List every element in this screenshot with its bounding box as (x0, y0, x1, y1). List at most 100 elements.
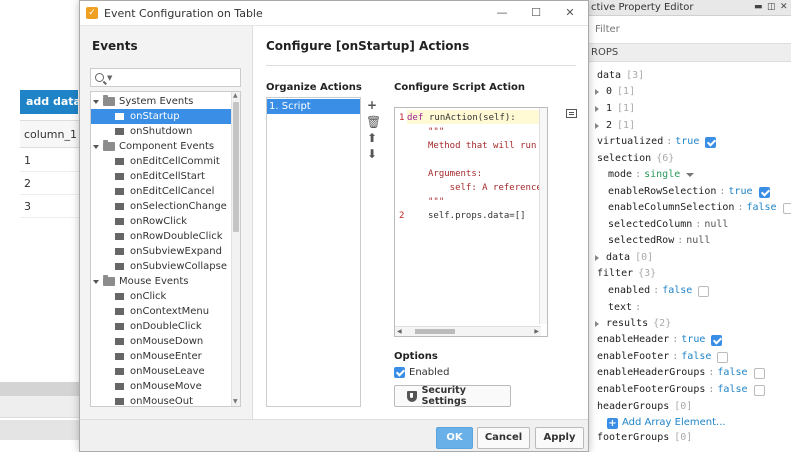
tree-event-onclick[interactable]: onClick (91, 289, 231, 304)
tree-event-onmousemove[interactable]: onMouseMove (91, 379, 231, 394)
events-search-input[interactable]: ▼ (90, 68, 241, 87)
expand-icon[interactable] (595, 321, 599, 327)
expand-icon[interactable] (595, 89, 599, 95)
property-row-headergroups[interactable]: headerGroups [0] (597, 399, 692, 415)
expand-icon[interactable] (93, 144, 99, 149)
tree-event-oneditcellcommit[interactable]: onEditCellCommit (91, 154, 231, 169)
property-row-footergroups[interactable]: footerGroups [0] (597, 430, 692, 446)
expand-icon[interactable] (595, 123, 599, 129)
property-checkbox[interactable] (698, 285, 710, 297)
property-row-text[interactable]: text: (608, 300, 644, 316)
editor-horizontal-scrollbar[interactable]: ◀ ▶ (395, 326, 541, 336)
props-section-header[interactable]: ROPS (589, 44, 791, 62)
property-row-1[interactable]: 1 [1] (595, 101, 635, 117)
minimize-icon[interactable]: ▬ (754, 2, 763, 12)
close-icon[interactable]: ✕ (780, 2, 788, 12)
property-row-results[interactable]: results {2} (595, 316, 671, 332)
property-row-2[interactable]: 2 [1] (595, 118, 635, 134)
property-value[interactable]: true (675, 134, 699, 150)
property-value[interactable]: false (717, 382, 747, 398)
add-array-element-link[interactable]: + Add Array Element... (607, 415, 726, 431)
property-checkbox[interactable] (758, 186, 770, 198)
property-value[interactable]: true (728, 184, 752, 200)
property-value[interactable]: null (704, 217, 728, 233)
move-up-icon[interactable]: ⬆ (366, 132, 378, 144)
enabled-checkbox[interactable] (394, 367, 405, 378)
property-row-enablefootergroups[interactable]: enableFooterGroups: false (597, 382, 765, 398)
tree-event-onselectionchange[interactable]: onSelectionChange (91, 199, 231, 214)
editor-hscroll-thumb[interactable] (415, 329, 455, 334)
property-value[interactable]: single (644, 167, 680, 183)
minimize-icon[interactable]: — (492, 5, 512, 21)
scroll-down-icon[interactable]: ▼ (233, 398, 238, 405)
property-row-filter[interactable]: filter {3} (597, 266, 656, 282)
property-value[interactable]: true (681, 332, 705, 348)
pin-icon[interactable]: ◫ (767, 2, 776, 12)
property-value[interactable]: false (681, 349, 711, 365)
chevron-down-icon[interactable] (686, 173, 695, 177)
maximize-icon[interactable]: ☐ (526, 5, 546, 21)
property-row-data[interactable]: data [3] (597, 68, 644, 84)
expand-icon[interactable] (595, 255, 599, 261)
cancel-button[interactable]: Cancel (477, 427, 530, 449)
close-icon[interactable]: ✕ (560, 5, 580, 21)
expand-icon[interactable] (93, 279, 99, 284)
tree-event-onmouseenter[interactable]: onMouseEnter (91, 349, 231, 364)
property-row-selectedcolumn[interactable]: selectedColumn: null (608, 217, 728, 233)
table-row[interactable]: 2 (20, 172, 80, 195)
property-value[interactable]: false (746, 200, 776, 216)
property-filter-input[interactable] (593, 19, 783, 40)
tree-event-onshutdown[interactable]: onShutdown (91, 124, 231, 139)
table-header-column-1[interactable]: column_1 (20, 120, 80, 148)
tree-event-onmouseout[interactable]: onMouseOut (91, 394, 231, 406)
property-row-selection[interactable]: selection {6} (597, 151, 674, 167)
scroll-up-icon[interactable]: ▲ (233, 92, 238, 99)
ok-button[interactable]: OK (436, 427, 473, 449)
add-data-button[interactable]: add data (20, 90, 78, 114)
property-row-0[interactable]: 0 [1] (595, 84, 635, 100)
security-settings-button[interactable]: Security Settings (394, 385, 511, 407)
enabled-checkbox-row[interactable]: Enabled (394, 367, 449, 378)
property-row-enabled[interactable]: enabled: false (608, 283, 710, 299)
tree-event-oneditcellstart[interactable]: onEditCellStart (91, 169, 231, 184)
tree-event-onsubviewcollapse[interactable]: onSubviewCollapse (91, 259, 231, 274)
property-checkbox[interactable] (717, 351, 729, 363)
scroll-left-icon[interactable]: ◀ (397, 328, 402, 335)
tree-event-oncontextmenu[interactable]: onContextMenu (91, 304, 231, 319)
add-action-icon[interactable]: + (366, 99, 378, 111)
table-row[interactable]: 3 (20, 195, 80, 218)
expand-icon[interactable] (93, 99, 99, 104)
property-row-selectedrow[interactable]: selectedRow: null (608, 233, 710, 249)
apply-button[interactable]: Apply (535, 427, 584, 449)
tree-event-onmouseleave[interactable]: onMouseLeave (91, 364, 231, 379)
property-row-mode[interactable]: mode: single (608, 167, 695, 183)
property-checkbox[interactable] (753, 367, 765, 379)
tree-event-onstartup[interactable]: onStartup (91, 109, 231, 124)
property-value[interactable]: null (686, 233, 710, 249)
property-checkbox[interactable] (753, 384, 765, 396)
tree-event-ondoubleclick[interactable]: onDoubleClick (91, 319, 231, 334)
property-value[interactable]: false (717, 365, 747, 381)
table-row[interactable]: 1 (20, 149, 80, 172)
move-down-icon[interactable]: ⬇ (366, 148, 378, 160)
tree-event-onrowclick[interactable]: onRowClick (91, 214, 231, 229)
tree-event-onsubviewexpand[interactable]: onSubviewExpand (91, 244, 231, 259)
property-row-enableheader[interactable]: enableHeader: true (597, 332, 723, 348)
tree-event-onrowdoubleclick[interactable]: onRowDoubleClick (91, 229, 231, 244)
tree-event-oneditcellcancel[interactable]: onEditCellCancel (91, 184, 231, 199)
property-value[interactable]: false (662, 283, 692, 299)
script-editor[interactable]: 1 def runAction(self): """ Method that w… (394, 107, 548, 337)
trash-icon[interactable]: 🗑 (366, 116, 381, 128)
property-row-enableheadergroups[interactable]: enableHeaderGroups: false (597, 365, 765, 381)
property-checkbox[interactable] (705, 136, 717, 148)
property-row-data[interactable]: data [0] (595, 250, 653, 266)
tree-event-onmousedown[interactable]: onMouseDown (91, 334, 231, 349)
scroll-right-icon[interactable]: ▶ (534, 328, 539, 335)
tree-group-system-events[interactable]: System Events (93, 94, 233, 109)
tree-group-mouse-events[interactable]: Mouse Events (93, 274, 233, 289)
property-row-enablerowselection[interactable]: enableRowSelection: true (608, 184, 770, 200)
documentation-icon[interactable] (566, 109, 577, 118)
editor-vertical-scrollbar[interactable] (539, 108, 547, 324)
expand-icon[interactable] (595, 106, 599, 112)
tree-group-component-events[interactable]: Component Events (93, 139, 233, 154)
